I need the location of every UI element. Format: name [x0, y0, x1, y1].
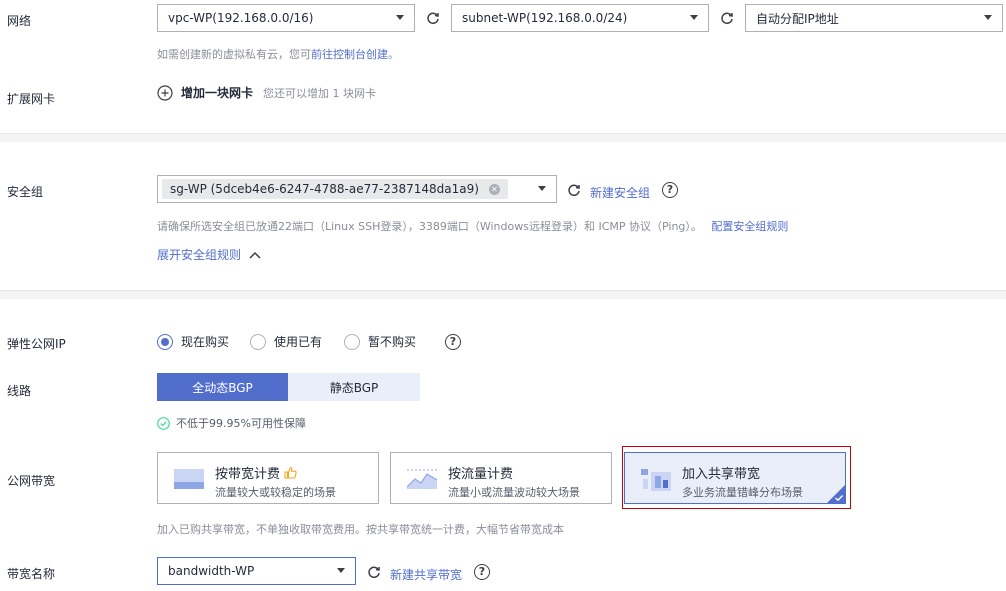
- help-icon[interactable]: ?: [445, 334, 461, 350]
- ip-assign-select[interactable]: 自动分配IP地址: [745, 4, 1003, 32]
- radio-unchecked-icon: [250, 333, 266, 350]
- chevron-up-icon: [249, 251, 261, 259]
- radio-checked-icon: [157, 333, 173, 350]
- console-create-link[interactable]: 前往控制台创建: [311, 48, 388, 61]
- line-label: 线路: [7, 384, 32, 398]
- bandwidth-label: 公网带宽: [7, 474, 56, 488]
- add-circle-icon: [157, 84, 173, 101]
- bandwidth-name-label: 带宽名称: [7, 567, 56, 581]
- security-group-tag: sg-WP (5dceb4e6-6247-4788-ae77-2387148da…: [162, 179, 508, 199]
- vpc-select[interactable]: vpc-WP(192.168.0.0/16): [157, 4, 415, 32]
- refresh-icon[interactable]: [426, 11, 440, 25]
- bandwidth-billing-icon: [174, 469, 204, 489]
- traffic-billing-icon: [407, 469, 437, 489]
- card-subtitle: 多业务流量错峰分布场景: [682, 486, 803, 499]
- check-circle-icon: [157, 416, 170, 430]
- nic-remaining-hint: 您还可以增加 1 块网卡: [263, 86, 377, 100]
- security-group-select[interactable]: sg-WP (5dceb4e6-6247-4788-ae77-2387148da…: [157, 175, 557, 203]
- card-subtitle: 流量小或流量波动较大场景: [448, 486, 580, 499]
- subnet-select[interactable]: subnet-WP(192.168.0.0/24): [451, 4, 709, 32]
- thumbs-up-icon: [284, 466, 297, 479]
- expand-rules-toggle[interactable]: 展开安全组规则: [157, 246, 261, 263]
- billing-card-by-traffic[interactable]: 按流量计费 流量小或流量波动较大场景: [390, 452, 612, 504]
- security-group-tag-value: sg-WP (5dceb4e6-6247-4788-ae77-2387148da…: [170, 182, 479, 196]
- config-security-rules-link[interactable]: 配置安全组规则: [711, 220, 788, 233]
- chevron-down-icon: [538, 186, 546, 191]
- ip-assign-select-value: 自动分配IP地址: [756, 11, 839, 26]
- card-subtitle: 流量较大或较稳定的场景: [215, 486, 336, 499]
- billing-card-shared-bandwidth[interactable]: 加入共享带宽 多业务流量错峰分布场景: [624, 452, 846, 504]
- security-group-label: 安全组: [7, 185, 44, 199]
- chevron-down-icon: [690, 15, 698, 20]
- card-title: 按流量计费: [448, 467, 514, 482]
- section-divider: [0, 133, 1006, 142]
- clear-tag-icon[interactable]: ✕: [488, 183, 500, 195]
- network-hint: 如需创建新的虚拟私有云，您可前往控制台创建。: [157, 48, 399, 61]
- chevron-down-icon: [337, 568, 345, 573]
- billing-card-by-bandwidth[interactable]: 按带宽计费 流量较大或较稳定的场景: [157, 452, 379, 504]
- availability-guarantee: 不低于99.95%可用性保障: [157, 415, 306, 431]
- refresh-icon[interactable]: [367, 565, 381, 579]
- create-shared-bandwidth-link[interactable]: 新建共享带宽: [390, 566, 462, 583]
- vpc-select-value: vpc-WP(192.168.0.0/16): [168, 11, 314, 25]
- expand-rules-link: 展开安全组规则: [157, 248, 242, 262]
- chevron-down-icon: [984, 15, 992, 20]
- radio-unchecked-icon: [344, 333, 360, 350]
- section-divider: [0, 290, 1006, 299]
- bandwidth-hint: 加入已购共享带宽，不单独收取带宽费用。按共享带宽统一计费，大幅节省带宽成本: [157, 523, 564, 536]
- chevron-down-icon: [396, 15, 404, 20]
- subnet-select-value: subnet-WP(192.168.0.0/24): [462, 11, 628, 25]
- selected-check-icon: [827, 485, 845, 503]
- line-option-static-bgp[interactable]: 静态BGP: [288, 373, 420, 401]
- eip-option-use-existing[interactable]: 使用已有: [250, 333, 322, 350]
- network-label: 网络: [7, 14, 32, 28]
- bandwidth-name-value: bandwidth-WP: [168, 564, 255, 578]
- add-nic-button[interactable]: 增加一块网卡 您还可以增加 1 块网卡: [157, 84, 376, 101]
- eip-label: 弹性公网IP: [7, 337, 66, 351]
- line-option-dynamic-bgp[interactable]: 全动态BGP: [157, 373, 288, 401]
- shared-bandwidth-icon: [641, 469, 671, 491]
- card-title: 加入共享带宽: [682, 467, 761, 482]
- eip-option-buy-now[interactable]: 现在购买: [157, 333, 229, 350]
- eip-option-skip[interactable]: 暂不购买: [344, 333, 416, 350]
- create-security-group-link[interactable]: 新建安全组: [590, 184, 650, 201]
- add-nic-label: 增加一块网卡: [181, 86, 254, 100]
- refresh-icon[interactable]: [567, 183, 581, 197]
- bandwidth-name-select[interactable]: bandwidth-WP: [157, 557, 356, 585]
- help-icon[interactable]: ?: [662, 182, 678, 198]
- card-title: 按带宽计费: [215, 467, 281, 482]
- refresh-icon[interactable]: [720, 11, 734, 25]
- security-group-hint: 请确保所选安全组已放通22端口（Linux SSH登录），3389端口（Wind…: [157, 220, 789, 233]
- help-icon[interactable]: ?: [474, 564, 490, 580]
- nic-label: 扩展网卡: [7, 92, 56, 106]
